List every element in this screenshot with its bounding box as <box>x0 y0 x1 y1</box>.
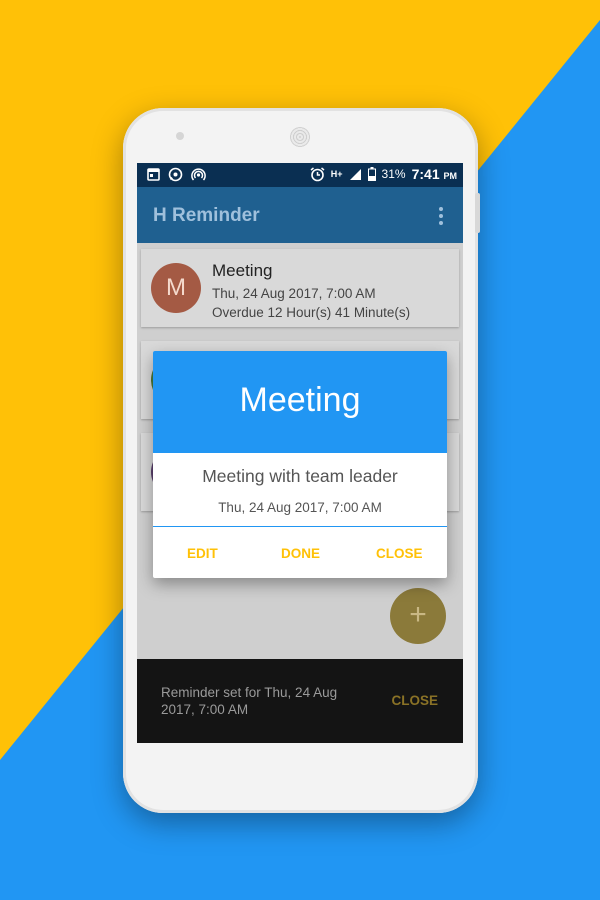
snackbar-message: Reminder set for Thu, 24 Aug 2017, 7:00 … <box>161 685 338 717</box>
signal-icon <box>349 168 362 181</box>
status-bar: H+ 31% 7:41 PM <box>137 163 463 187</box>
power-button <box>475 193 480 233</box>
reminder-status: Overdue 12 Hour(s) 41 Minute(s) <box>212 305 411 320</box>
app-title: H Reminder <box>153 205 260 226</box>
reminder-date: Thu, 24 Aug 2017, 7:00 AM <box>212 286 376 301</box>
clock-ampm: PM <box>443 171 458 181</box>
reminder-card[interactable]: M Meeting Thu, 24 Aug 2017, 7:00 AM Over… <box>141 249 459 327</box>
whatsapp-icon <box>168 167 183 182</box>
reminder-avatar: M <box>151 263 201 313</box>
snackbar-close-button[interactable]: CLOSE <box>391 693 438 708</box>
phone-frame: H+ 31% 7:41 PM H Reminder M Meeting Thu,… <box>123 108 480 813</box>
dialog-title: Meeting <box>239 381 361 419</box>
reminder-dialog: Meeting Meeting with team leader Thu, 24… <box>153 351 447 578</box>
clock: 7:41 PM <box>412 166 457 182</box>
done-button[interactable]: DONE <box>281 546 320 561</box>
reminder-title: Meeting <box>212 261 273 280</box>
alarm-icon <box>310 166 325 182</box>
edit-button[interactable]: EDIT <box>187 546 218 561</box>
battery-icon <box>367 167 376 181</box>
battery-percentage: 31% <box>381 167 406 181</box>
hotspot-icon <box>191 167 206 182</box>
dialog-close-button[interactable]: CLOSE <box>376 546 423 561</box>
add-reminder-fab[interactable]: + <box>390 588 446 644</box>
front-camera <box>176 132 184 140</box>
dialog-divider <box>153 526 447 527</box>
overflow-menu-icon[interactable] <box>439 207 443 225</box>
network-type-icon: H+ <box>330 169 343 179</box>
dialog-description: Meeting with team leader <box>202 466 398 486</box>
screen: H+ 31% 7:41 PM H Reminder M Meeting Thu,… <box>137 163 463 743</box>
dialog-date: Thu, 24 Aug 2017, 7:00 AM <box>218 500 382 515</box>
dialog-header: Meeting <box>153 351 447 453</box>
earpiece-speaker <box>290 127 310 147</box>
calendar-icon <box>147 167 160 182</box>
snackbar: Reminder set for Thu, 24 Aug 2017, 7:00 … <box>137 659 463 743</box>
clock-time: 7:41 <box>411 166 440 182</box>
app-toolbar: H Reminder <box>137 187 463 243</box>
